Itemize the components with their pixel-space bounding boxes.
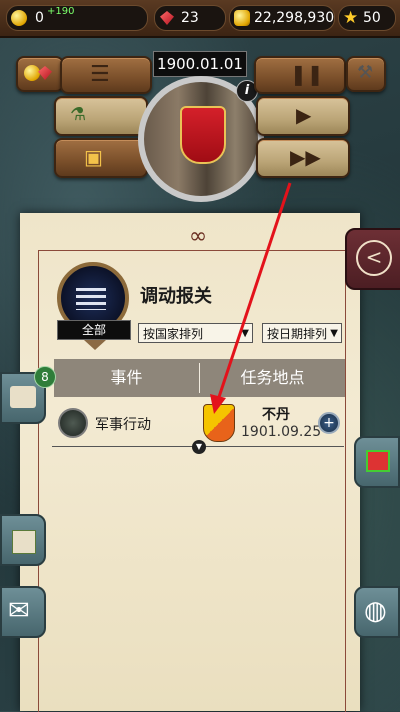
arrow-head — [210, 394, 226, 414]
annotation-arrow — [210, 182, 292, 414]
arrow-line — [216, 182, 292, 401]
